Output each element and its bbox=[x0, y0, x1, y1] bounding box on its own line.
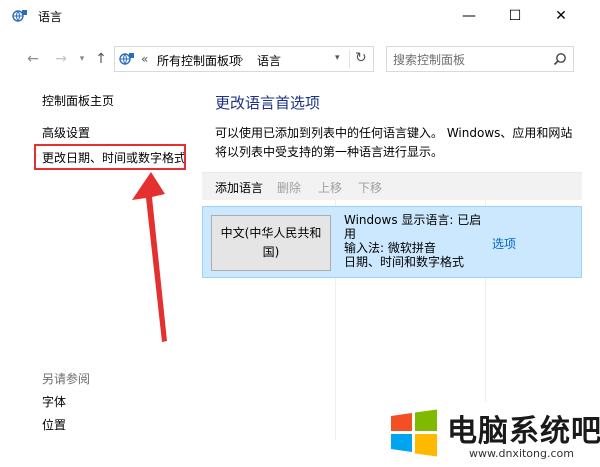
move-up-button[interactable]: 上移 bbox=[318, 179, 342, 196]
sidebar-item-advanced-settings[interactable]: 高级设置 bbox=[42, 124, 90, 141]
display-language-status: Windows 显示语言: 已启用 bbox=[344, 213, 482, 241]
close-icon: ✕ bbox=[555, 8, 567, 24]
chevron-down-icon: ▾ bbox=[79, 54, 85, 64]
back-arrow-icon: ← bbox=[27, 51, 39, 67]
forward-button[interactable]: → bbox=[52, 48, 70, 70]
language-details: Windows 显示语言: 已启用 输入法: 微软拼音 日期、时间和数字格式 bbox=[344, 213, 484, 269]
breadcrumb-overflow-icon[interactable]: « bbox=[141, 52, 148, 66]
address-row: ← → ▾ ↑ « 所有控制面板项 › 语言 ▾ ↻ bbox=[0, 44, 600, 74]
back-button[interactable]: ← bbox=[24, 48, 42, 70]
search-icon[interactable] bbox=[553, 52, 567, 66]
see-also-heading: 另请参阅 bbox=[42, 372, 91, 386]
remove-button[interactable]: 删除 bbox=[277, 179, 301, 196]
format-info: 日期、时间和数字格式 bbox=[344, 255, 465, 269]
sidebar-item-control-panel-home[interactable]: 控制面板主页 bbox=[42, 92, 114, 109]
control-panel-icon bbox=[119, 53, 134, 65]
language-name-button[interactable]: 中文(中华人民共和国) bbox=[211, 215, 331, 271]
page-description: 可以使用已添加到列表中的任何语言键入。 Windows、应用和网站将以列表中受支… bbox=[215, 126, 573, 159]
red-highlight-box bbox=[34, 144, 186, 170]
input-method: 输入法: 微软拼音 bbox=[344, 241, 436, 255]
search-box[interactable] bbox=[386, 46, 574, 72]
address-dropdown-icon[interactable]: ▾ bbox=[335, 53, 340, 63]
window-title: 语言 bbox=[38, 10, 63, 24]
up-button[interactable]: ↑ bbox=[92, 48, 110, 70]
breadcrumb-separator-icon[interactable]: › bbox=[239, 52, 244, 66]
refresh-icon[interactable]: ↻ bbox=[355, 50, 367, 66]
breadcrumb-language[interactable]: 语言 bbox=[257, 52, 281, 69]
options-link[interactable]: 选项 bbox=[492, 235, 516, 252]
search-input[interactable] bbox=[393, 51, 543, 69]
address-divider bbox=[349, 50, 350, 68]
up-arrow-icon: ↑ bbox=[95, 51, 107, 67]
breadcrumb-all-control-panel-items[interactable]: 所有控制面板项 bbox=[157, 52, 241, 69]
add-language-button[interactable]: 添加语言 bbox=[215, 179, 263, 196]
maximize-icon: ☐ bbox=[508, 8, 522, 24]
windows-logo-icon bbox=[391, 409, 437, 457]
language-toolbar: 添加语言 删除 上移 下移 bbox=[202, 172, 582, 200]
move-down-button[interactable]: 下移 bbox=[358, 179, 382, 196]
maximize-button[interactable]: ☐ bbox=[492, 0, 538, 32]
sidebar-item-fonts[interactable]: 字体 bbox=[42, 393, 66, 410]
watermark-url: www.dnxitong.com bbox=[469, 447, 574, 460]
sidebar-item-location[interactable]: 位置 bbox=[42, 416, 66, 433]
red-arrow-annotation bbox=[132, 172, 167, 342]
recent-locations-button[interactable]: ▾ bbox=[76, 48, 88, 70]
address-bar[interactable]: « 所有控制面板项 › 语言 ▾ ↻ bbox=[114, 46, 374, 72]
forward-arrow-icon: → bbox=[55, 51, 67, 67]
watermark-name: 电脑系统吧 bbox=[447, 414, 600, 449]
page-title: 更改语言首选项 bbox=[215, 94, 321, 112]
minimize-icon: — bbox=[462, 8, 476, 24]
close-button[interactable]: ✕ bbox=[538, 0, 584, 32]
watermark: 电脑系统吧 www.dnxitong.com bbox=[385, 402, 600, 467]
globe-language-icon bbox=[12, 10, 27, 22]
minimize-button[interactable]: — bbox=[446, 0, 492, 32]
title-bar: 语言 — ☐ ✕ bbox=[0, 0, 600, 32]
language-row[interactable]: 中文(中华人民共和国) Windows 显示语言: 已启用 输入法: 微软拼音 … bbox=[202, 206, 582, 278]
